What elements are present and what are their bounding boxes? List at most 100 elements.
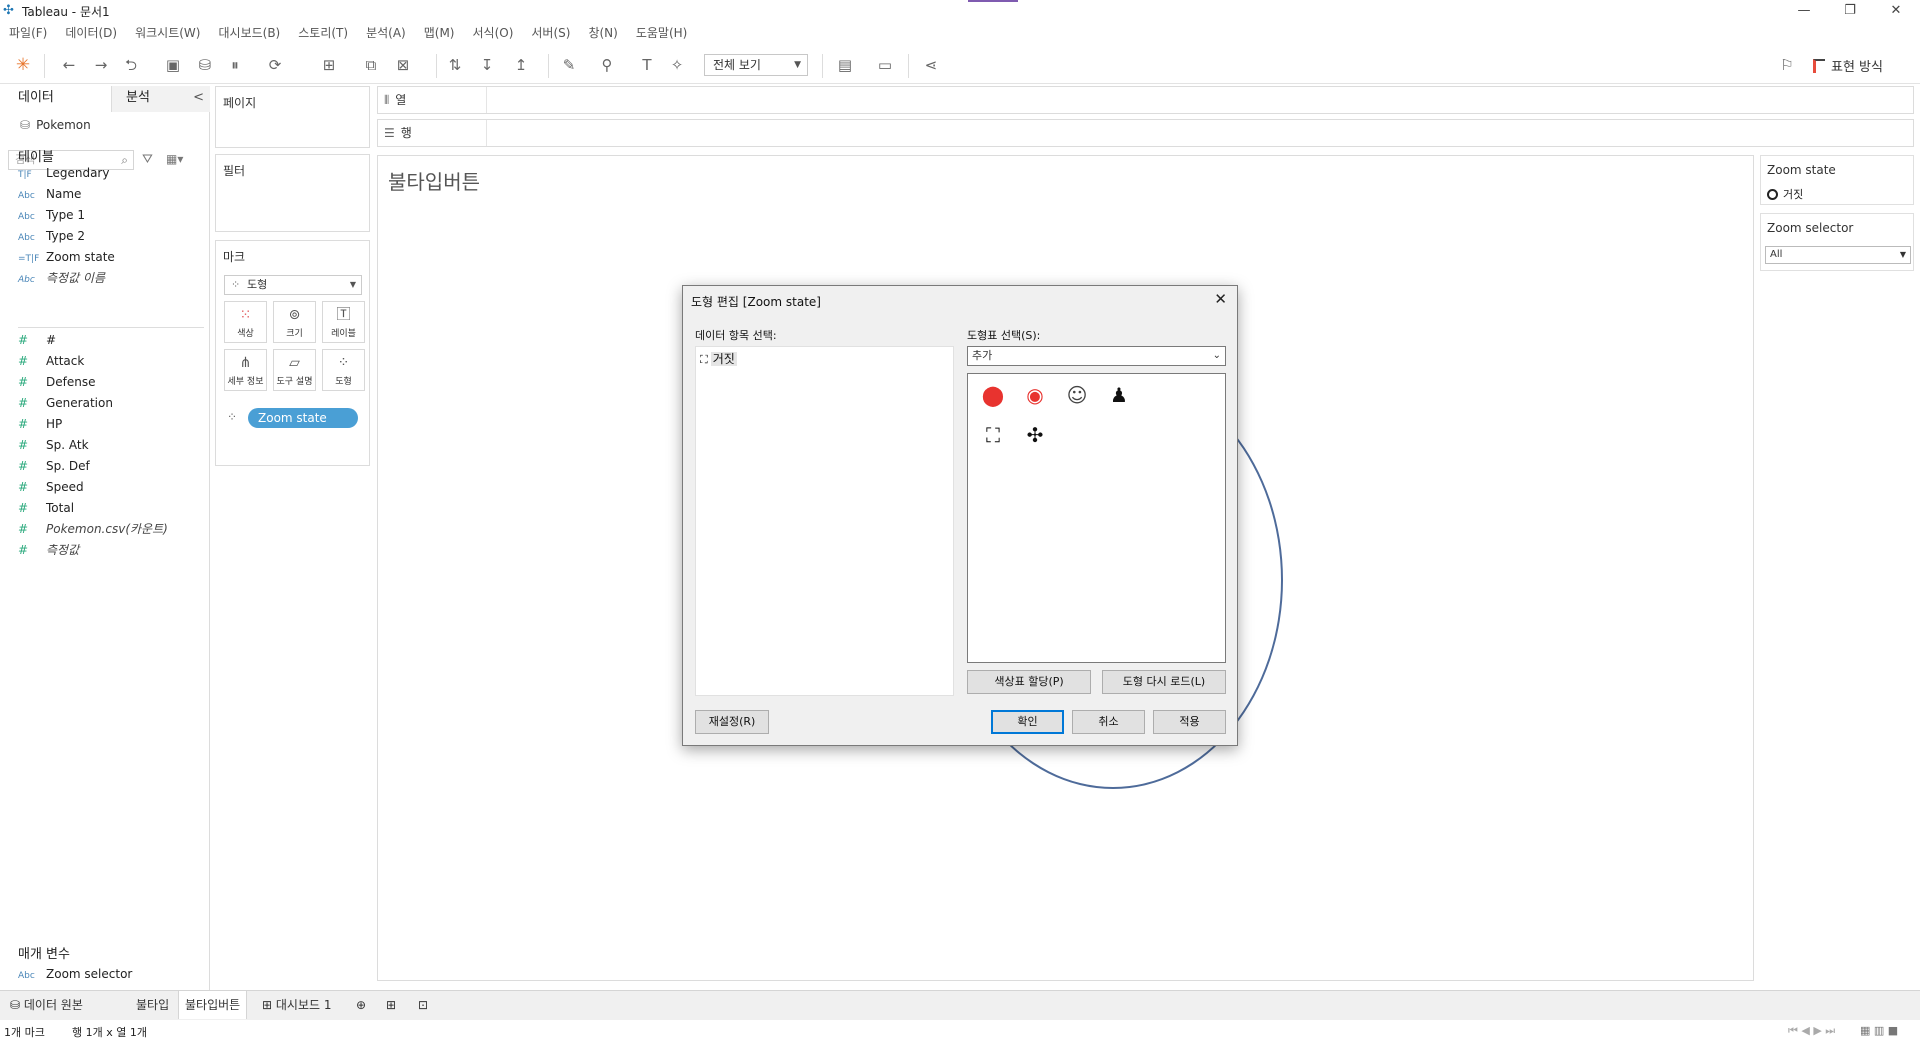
- menu-analysis[interactable]: 분석(A): [357, 23, 415, 43]
- label-icon[interactable]: T: [636, 54, 658, 76]
- field-measure-values[interactable]: # 측정값: [18, 541, 208, 559]
- replay-icon[interactable]: ⮌: [120, 54, 142, 76]
- reset-button[interactable]: 재설정(R): [695, 710, 769, 734]
- tab-data-source[interactable]: ⛁ 데이터 원본: [4, 991, 89, 1019]
- tooltip-button[interactable]: ▱ 도구 설명: [273, 349, 316, 391]
- field-type1[interactable]: Abc Type 1: [18, 206, 208, 224]
- format-paint-icon[interactable]: ⚐: [1776, 54, 1798, 76]
- label-button[interactable]: 🅃 레이블: [322, 301, 365, 343]
- refresh-icon[interactable]: ⟳: [264, 54, 286, 76]
- menu-file[interactable]: 파일(F): [0, 23, 56, 43]
- show-me-button[interactable]: 표현 방식: [1813, 56, 1883, 75]
- parameters-header: 매개 변수: [18, 947, 70, 962]
- datasource-item[interactable]: ⛁ Pokemon: [20, 118, 91, 132]
- fit-view-select[interactable]: 전체 보기 ▼: [704, 54, 808, 76]
- rows-shelf[interactable]: ☰ 행: [377, 119, 1914, 147]
- field-speed[interactable]: # Speed: [18, 478, 208, 496]
- share-icon[interactable]: ⋖: [920, 54, 942, 76]
- reload-shapes-button[interactable]: 도형 다시 로드(L): [1102, 670, 1226, 694]
- pages-card[interactable]: 페이지: [215, 86, 370, 148]
- field-sp-def[interactable]: # Sp. Def: [18, 457, 208, 475]
- pause-updates-icon[interactable]: ⏸: [224, 54, 246, 76]
- data-item-list[interactable]: ⛶ 거짓: [695, 346, 954, 696]
- zoom-state-radio[interactable]: 거짓: [1767, 186, 1803, 202]
- field-measure-names[interactable]: Abc 측정값 이름: [18, 269, 208, 287]
- user-badge-icon[interactable]: ☺: [1064, 382, 1090, 408]
- restaurant-pin-icon[interactable]: ◉: [1022, 382, 1048, 408]
- tab-data[interactable]: 데이터: [0, 86, 112, 112]
- zoom-selector-dropdown[interactable]: All ▼: [1765, 246, 1911, 264]
- collapse-icon[interactable]: ✣: [1022, 422, 1048, 448]
- tableau-home-icon[interactable]: ✳: [12, 54, 34, 76]
- close-icon[interactable]: ✕: [1214, 290, 1227, 308]
- field-generation[interactable]: # Generation: [18, 394, 208, 412]
- clear-sheet-icon[interactable]: ⊠: [392, 54, 414, 76]
- show-cards-icon[interactable]: ▤: [834, 54, 856, 76]
- mark-type-select[interactable]: ⁘ 도형 ▼: [224, 275, 362, 295]
- new-sheet-icon[interactable]: ⊞: [318, 54, 340, 76]
- close-window-button[interactable]: ✕: [1873, 0, 1919, 22]
- menu-format[interactable]: 서식(O): [464, 23, 523, 43]
- presentation-icon[interactable]: ▭: [874, 54, 896, 76]
- filters-card[interactable]: 필터: [215, 154, 370, 232]
- ok-button[interactable]: 확인: [991, 710, 1064, 734]
- menu-window[interactable]: 창(N): [579, 23, 626, 43]
- menu-server[interactable]: 서버(S): [522, 23, 579, 43]
- map-pin-icon[interactable]: ⬤: [980, 382, 1006, 408]
- field-record-count[interactable]: # Pokemon.csv(카운트): [18, 520, 208, 538]
- field-name[interactable]: Abc Name: [18, 185, 208, 203]
- pin-icon[interactable]: ✧: [666, 54, 688, 76]
- undo-icon[interactable]: ←: [58, 54, 80, 76]
- new-story-icon[interactable]: ⊡: [412, 991, 434, 1019]
- field-hp[interactable]: # HP: [18, 415, 208, 433]
- duplicate-sheet-icon[interactable]: ⧉: [360, 54, 382, 76]
- menu-dashboard[interactable]: 대시보드(B): [209, 23, 289, 43]
- field-label: Name: [46, 187, 82, 201]
- field-type2[interactable]: Abc Type 2: [18, 227, 208, 245]
- tab-sheet-fire[interactable]: 불타입: [130, 991, 175, 1019]
- menu-data[interactable]: 데이터(D): [56, 23, 126, 43]
- size-button[interactable]: ⊚ 크기: [273, 301, 316, 343]
- palette-select[interactable]: 추가 ⌄: [967, 346, 1226, 366]
- field-zoom-state[interactable]: =T|F Zoom state: [18, 248, 208, 266]
- apply-button[interactable]: 적용: [1153, 710, 1226, 734]
- data-item-false[interactable]: ⛶ 거짓: [700, 350, 737, 367]
- menu-help[interactable]: 도움말(H): [627, 23, 697, 43]
- expand-icon[interactable]: ⛶: [980, 422, 1006, 448]
- new-datasource-icon[interactable]: ⛁: [194, 54, 216, 76]
- color-button[interactable]: ⁙ 색상: [224, 301, 267, 343]
- zoom-state-pill[interactable]: Zoom state: [248, 408, 358, 428]
- collapse-pane-icon[interactable]: <: [193, 86, 204, 110]
- detail-button[interactable]: ⋔ 세부 정보: [224, 349, 267, 391]
- swap-icon[interactable]: ⇅: [444, 54, 466, 76]
- restore-button[interactable]: ❐: [1827, 0, 1873, 22]
- columns-shelf[interactable]: ⦀ 열: [377, 86, 1914, 114]
- highlight-icon[interactable]: ✎: [558, 54, 580, 76]
- person-icon[interactable]: ♟: [1106, 382, 1132, 408]
- sort-desc-icon[interactable]: ↥: [510, 54, 532, 76]
- new-worksheet-icon[interactable]: ⊕: [350, 991, 372, 1019]
- assign-palette-button[interactable]: 색상표 할당(P): [967, 670, 1091, 694]
- tab-dashboard-1[interactable]: ⊞ 대시보드 1: [256, 991, 338, 1019]
- redo-icon[interactable]: →: [90, 54, 112, 76]
- menu-story[interactable]: 스토리(T): [289, 23, 357, 43]
- save-icon[interactable]: ▣: [162, 54, 184, 76]
- sheet-nav-icons[interactable]: ⏮ ◀ ▶ ⏭: [1788, 1024, 1835, 1038]
- field-legendary[interactable]: T|F Legendary: [18, 164, 208, 182]
- cancel-button[interactable]: 취소: [1072, 710, 1145, 734]
- param-zoom-selector[interactable]: Abc Zoom selector: [18, 965, 208, 983]
- sort-asc-icon[interactable]: ↧: [476, 54, 498, 76]
- field-defense[interactable]: # Defense: [18, 373, 208, 391]
- view-mode-icons[interactable]: ▦ ▥ ■: [1860, 1024, 1898, 1037]
- menu-map[interactable]: 맵(M): [415, 23, 464, 43]
- menu-worksheet[interactable]: 워크시트(W): [126, 23, 209, 43]
- tab-sheet-fire-button[interactable]: 불타입버튼: [178, 991, 248, 1019]
- field-attack[interactable]: # Attack: [18, 352, 208, 370]
- minimize-button[interactable]: —: [1781, 0, 1827, 22]
- field-number[interactable]: # #: [18, 331, 208, 349]
- shape-button[interactable]: ⁘ 도형: [322, 349, 365, 391]
- field-total[interactable]: # Total: [18, 499, 208, 517]
- group-icon[interactable]: ⚲: [596, 54, 618, 76]
- field-sp-atk[interactable]: # Sp. Atk: [18, 436, 208, 454]
- new-dashboard-icon[interactable]: ⊞: [380, 991, 402, 1019]
